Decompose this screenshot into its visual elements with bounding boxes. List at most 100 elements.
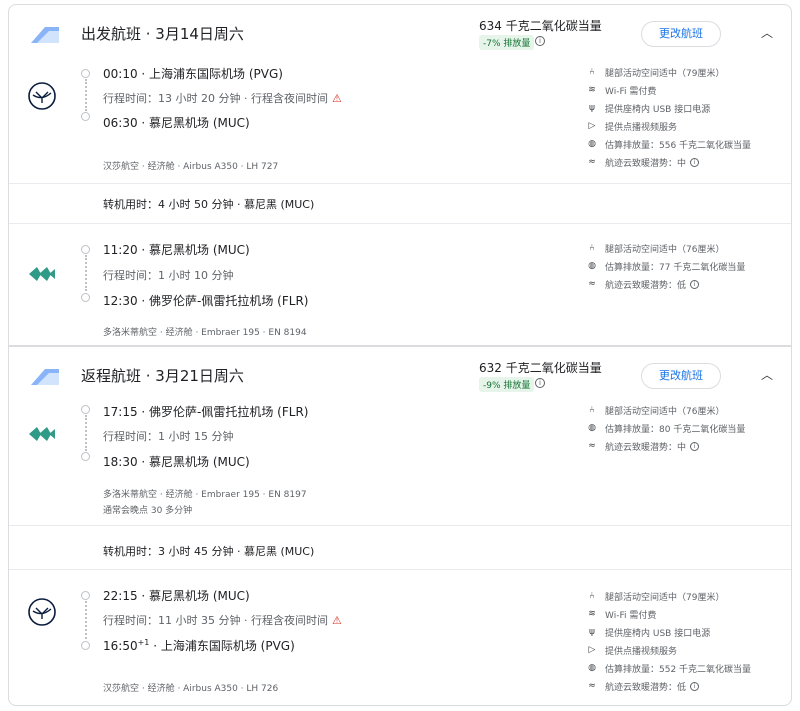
contrail-icon: ≈ bbox=[588, 681, 596, 691]
dolomiti-logo-icon bbox=[29, 427, 55, 441]
amenity-item: ≋ Wi-Fi 需付费 bbox=[586, 605, 796, 623]
outbound-header[interactable]: 出发航班 · 3月14日周六 634 千克二氧化碳当量 -7% 排放量 i 更改… bbox=[9, 5, 791, 61]
amenity-item: ▷ 提供点播视频服务 bbox=[586, 117, 796, 135]
layover-info: 转机用时：4 小时 50 分钟 · 慕尼黑 (MUC) bbox=[103, 198, 315, 211]
flight-segment: 00:10 · 上海浦东国际机场 (PVG) 行程时间：13 小时 20 分钟 … bbox=[9, 61, 791, 185]
info-icon[interactable]: i bbox=[690, 157, 700, 167]
outbound-title: 出发航班 · 3月14日周六 bbox=[81, 25, 244, 43]
return-change-flight-button[interactable]: 更改航班 bbox=[641, 363, 721, 389]
amenity-item: ψ 提供座椅内 USB 接口电源 bbox=[586, 623, 796, 641]
amenity-item: ◍ 估算排放量：77 千克二氧化碳当量 bbox=[586, 257, 796, 275]
divider bbox=[9, 183, 791, 184]
amenity-item: ≈ 航迹云致暖潜势：中 i bbox=[586, 153, 796, 171]
wifi-icon: ≋ bbox=[588, 609, 596, 619]
travel-duration: 行程时间：1 小时 15 分钟 bbox=[103, 430, 234, 443]
amenity-item: ≈ 航迹云致暖潜势：低 i bbox=[586, 275, 796, 293]
wifi-icon: ≋ bbox=[588, 85, 596, 95]
travel-duration: 行程时间：11 小时 35 分钟 · 行程含夜间时间 ⚠ bbox=[103, 614, 342, 627]
departure-info: 22:15 · 慕尼黑机场 (MUC) bbox=[103, 589, 250, 603]
timeline-dot bbox=[81, 452, 90, 461]
amenities-list: ⑃ 腿部活动空间适中（76厘米） ◍ 估算排放量：80 千克二氧化碳当量 ≈ 航迹云致… bbox=[586, 401, 796, 455]
return-header[interactable]: 返程航班 · 3月21日周六 632 千克二氧化碳当量 -9% 排放量 i 更改… bbox=[9, 347, 791, 403]
timeline-dot bbox=[81, 112, 90, 121]
timeline-dot bbox=[81, 293, 90, 302]
amenity-item: ≈ 航迹云致暖潜势：中 i bbox=[586, 437, 796, 455]
amenity-item: ◍ 估算排放量：80 千克二氧化碳当量 bbox=[586, 419, 796, 437]
amenity-item: ≋ Wi-Fi 需付费 bbox=[586, 81, 796, 99]
arrival-info: 06:30 · 慕尼黑机场 (MUC) bbox=[103, 116, 250, 130]
contrail-icon: ≈ bbox=[588, 441, 596, 451]
amenity-item: ≈ 航迹云致暖潜势：低 i bbox=[586, 677, 796, 695]
timeline-dot bbox=[81, 69, 90, 78]
info-icon[interactable]: i bbox=[690, 279, 700, 289]
timeline-line bbox=[85, 601, 87, 639]
flight-segment: 11:20 · 慕尼黑机场 (MUC) 行程时间：1 小时 10 分钟 12:3… bbox=[9, 233, 791, 343]
seat-icon: ⑃ bbox=[589, 405, 595, 415]
timeline-dot bbox=[81, 405, 90, 414]
return-card: 返程航班 · 3月21日周六 632 千克二氧化碳当量 -9% 排放量 i 更改… bbox=[8, 346, 792, 706]
amenity-item: ψ 提供座椅内 USB 接口电源 bbox=[586, 99, 796, 117]
flight-meta: 汉莎航空 · 经济舱 · Airbus A350 · LH 727 bbox=[103, 162, 279, 172]
arrival-info: 18:30 · 慕尼黑机场 (MUC) bbox=[103, 455, 250, 469]
flight-meta: 多洛米蒂航空 · 经济舱 · Embraer 195 · EN 8197 bbox=[103, 490, 307, 500]
timeline-line bbox=[85, 255, 87, 291]
lufthansa-logo-icon bbox=[28, 598, 56, 626]
divider bbox=[9, 223, 791, 224]
return-flight-icon bbox=[31, 369, 59, 385]
video-icon: ▷ bbox=[588, 645, 596, 655]
arrival-info: 12:30 · 佛罗伦萨-佩雷托拉机场 (FLR) bbox=[103, 294, 309, 308]
return-co2-badge: -9% 排放量 bbox=[479, 377, 535, 392]
amenities-list: ⑃ 腿部活动空间适中（76厘米） ◍ 估算排放量：77 千克二氧化碳当量 ≈ 航迹云致… bbox=[586, 239, 796, 293]
amenities-list: ⑃ 腿部活动空间适中（79厘米） ≋ Wi-Fi 需付费 ψ 提供座椅内 USB 接口… bbox=[586, 63, 796, 171]
video-icon: ▷ bbox=[588, 121, 596, 131]
amenity-item: ▷ 提供点播视频服务 bbox=[586, 641, 796, 659]
flight-segment: 22:15 · 慕尼黑机场 (MUC) 行程时间：11 小时 35 分钟 · 行… bbox=[9, 581, 791, 705]
flight-segment: 17:15 · 佛罗伦萨-佩雷托拉机场 (FLR) 行程时间：1 小时 15 分… bbox=[9, 399, 791, 531]
seat-icon: ⑃ bbox=[589, 67, 595, 77]
timeline-dot bbox=[81, 245, 90, 254]
dolomiti-logo-icon bbox=[29, 267, 55, 281]
layover-info: 转机用时：3 小时 45 分钟 · 慕尼黑 (MUC) bbox=[103, 545, 315, 558]
timeline-line bbox=[85, 415, 87, 451]
timeline-line bbox=[85, 79, 87, 111]
info-icon[interactable]: i bbox=[690, 681, 700, 691]
warning-icon: ⚠ bbox=[331, 614, 342, 627]
outbound-co2-total: 634 千克二氧化碳当量 bbox=[479, 19, 602, 33]
info-icon[interactable]: i bbox=[535, 36, 545, 46]
contrail-icon: ≈ bbox=[588, 157, 596, 167]
travel-duration: 行程时间：13 小时 20 分钟 · 行程含夜间时间 ⚠ bbox=[103, 92, 342, 105]
timeline-dot bbox=[81, 591, 90, 600]
arrival-info: 16:50+1 · 上海浦东国际机场 (PVG) bbox=[103, 638, 295, 653]
timeline-dot bbox=[81, 641, 90, 650]
contrail-icon: ≈ bbox=[588, 279, 596, 289]
globe-icon: ◍ bbox=[588, 139, 596, 149]
usb-icon: ψ bbox=[589, 627, 595, 637]
flight-details-page: 出发航班 · 3月14日周六 634 千克二氧化碳当量 -7% 排放量 i 更改… bbox=[0, 0, 800, 711]
departure-flight-icon bbox=[31, 27, 59, 43]
amenity-item: ⑃ 腿部活动空间适中（76厘米） bbox=[586, 401, 796, 419]
divider bbox=[9, 569, 791, 570]
departure-info: 17:15 · 佛罗伦萨-佩雷托拉机场 (FLR) bbox=[103, 405, 309, 419]
info-icon[interactable]: i bbox=[535, 378, 545, 388]
outbound-change-flight-button[interactable]: 更改航班 bbox=[641, 21, 721, 47]
amenity-item: ⑃ 腿部活动空间适中（79厘米） bbox=[586, 63, 796, 81]
amenity-item: ◍ 估算排放量：556 千克二氧化碳当量 bbox=[586, 135, 796, 153]
amenity-item: ⑃ 腿部活动空间适中（76厘米） bbox=[586, 239, 796, 257]
seat-icon: ⑃ bbox=[589, 243, 595, 253]
chevron-up-icon[interactable]: ︿ bbox=[757, 23, 777, 43]
divider bbox=[9, 525, 791, 526]
amenity-item: ◍ 估算排放量：552 千克二氧化碳当量 bbox=[586, 659, 796, 677]
amenities-list: ⑃ 腿部活动空间适中（79厘米） ≋ Wi-Fi 需付费 ψ 提供座椅内 USB 接口… bbox=[586, 587, 796, 695]
flight-meta: 汉莎航空 · 经济舱 · Airbus A350 · LH 726 bbox=[103, 684, 279, 694]
globe-icon: ◍ bbox=[588, 663, 596, 673]
warning-icon: ⚠ bbox=[331, 92, 342, 105]
usb-icon: ψ bbox=[589, 103, 595, 113]
outbound-co2-badge: -7% 排放量 bbox=[479, 35, 535, 50]
amenity-item: ⑃ 腿部活动空间适中（79厘米） bbox=[586, 587, 796, 605]
info-icon[interactable]: i bbox=[690, 441, 700, 451]
chevron-up-icon[interactable]: ︿ bbox=[757, 365, 777, 385]
departure-info: 00:10 · 上海浦东国际机场 (PVG) bbox=[103, 67, 283, 81]
travel-duration: 行程时间：1 小时 10 分钟 bbox=[103, 269, 234, 282]
seat-icon: ⑃ bbox=[589, 591, 595, 601]
return-title: 返程航班 · 3月21日周六 bbox=[81, 367, 244, 385]
